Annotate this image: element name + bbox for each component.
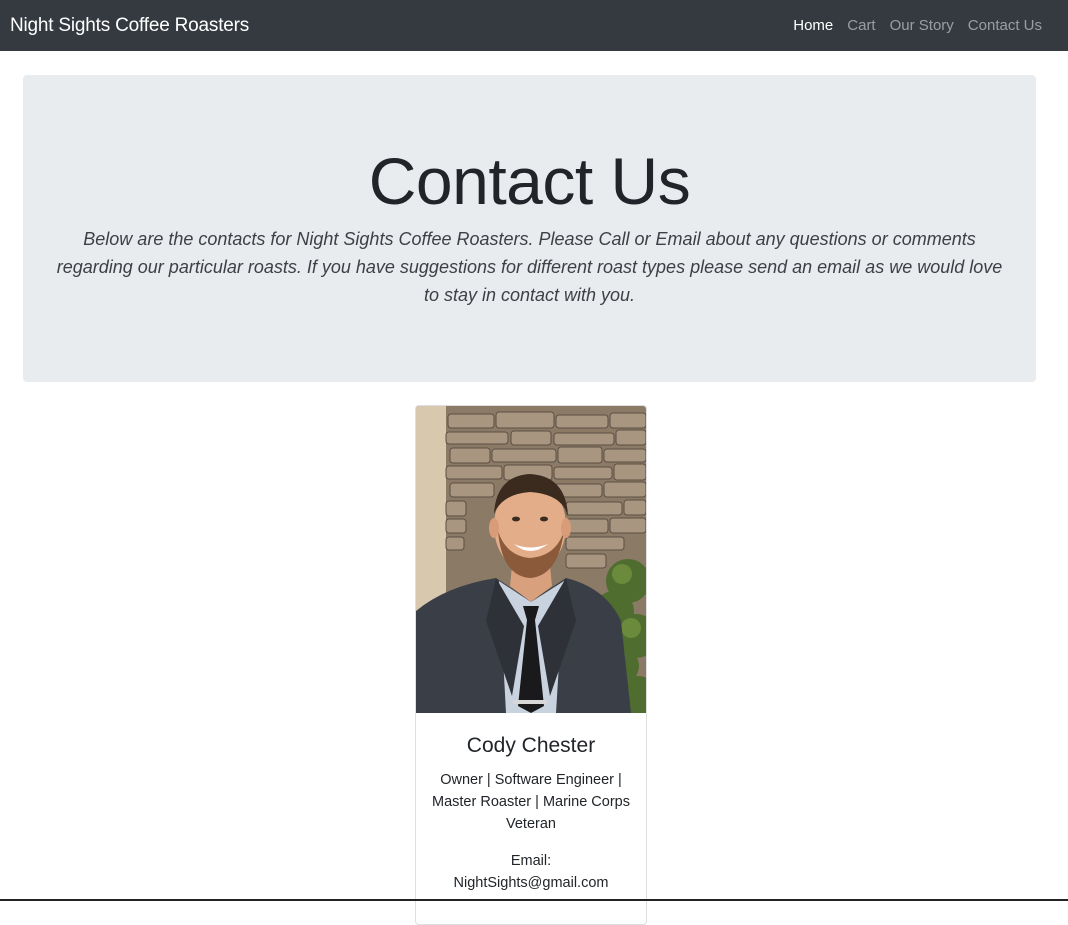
- nav-link-cart[interactable]: Cart: [847, 17, 875, 34]
- contact-photo: [416, 406, 646, 713]
- contact-card: Cody Chester Owner | Software Engineer |…: [415, 405, 647, 925]
- contact-email-block: Email: NightSights@gmail.com: [428, 850, 634, 894]
- nav-link-home[interactable]: Home: [793, 17, 833, 34]
- contact-role: Owner | Software Engineer | Master Roast…: [432, 772, 630, 832]
- nav-links: Home Cart Our Story Contact Us: [779, 17, 1058, 34]
- brand-logo-text[interactable]: Night Sights Coffee Roasters: [10, 15, 249, 37]
- page-title: Contact Us: [368, 144, 691, 218]
- top-navbar: Night Sights Coffee Roasters Home Cart O…: [0, 0, 1068, 51]
- contact-name: Cody Chester: [466, 734, 596, 757]
- hero-lead-text: Below are the contacts for Night Sights …: [56, 229, 1003, 305]
- nav-link-contact-us[interactable]: Contact Us: [968, 17, 1042, 34]
- contact-email-label: Email:: [510, 853, 552, 869]
- contact-card-body: Cody Chester Owner | Software Engineer |…: [416, 713, 646, 894]
- hero-jumbotron: Contact Us Below are the contacts for Ni…: [23, 75, 1036, 382]
- nav-link-our-story[interactable]: Our Story: [890, 17, 954, 34]
- contact-email-address[interactable]: NightSights@gmail.com: [454, 875, 609, 891]
